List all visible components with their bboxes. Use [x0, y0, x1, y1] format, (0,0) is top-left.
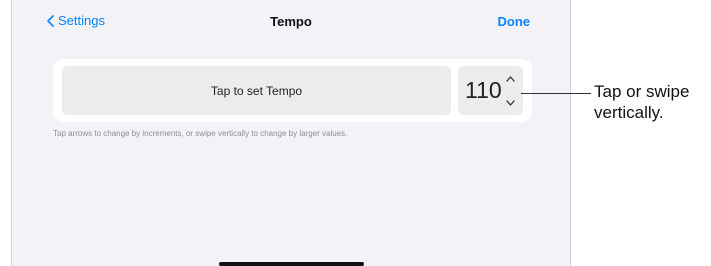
callout-text: Tap or swipe vertically.	[594, 81, 709, 123]
chevron-up-icon[interactable]	[506, 76, 515, 82]
home-indicator[interactable]	[219, 262, 364, 266]
callout-line-1: Tap or swipe	[594, 82, 690, 101]
page-title: Tempo	[270, 14, 312, 29]
hint-text: Tap arrows to change by increments, or s…	[53, 129, 348, 138]
tempo-value: 110	[465, 77, 502, 103]
tap-tempo-button[interactable]: Tap to set Tempo	[62, 66, 451, 115]
done-button[interactable]: Done	[498, 14, 531, 29]
ipad-screen: Settings Tempo Done Tap to set Tempo 110…	[11, 0, 571, 266]
callout-line-2: vertically.	[594, 103, 664, 122]
callout-line	[521, 93, 591, 94]
chevron-down-icon[interactable]	[506, 100, 515, 106]
navigation-bar: Settings Tempo Done	[12, 0, 570, 40]
tempo-card: Tap to set Tempo 110	[53, 59, 532, 122]
tempo-stepper[interactable]: 110	[458, 66, 523, 115]
tap-tempo-label: Tap to set Tempo	[210, 83, 303, 98]
